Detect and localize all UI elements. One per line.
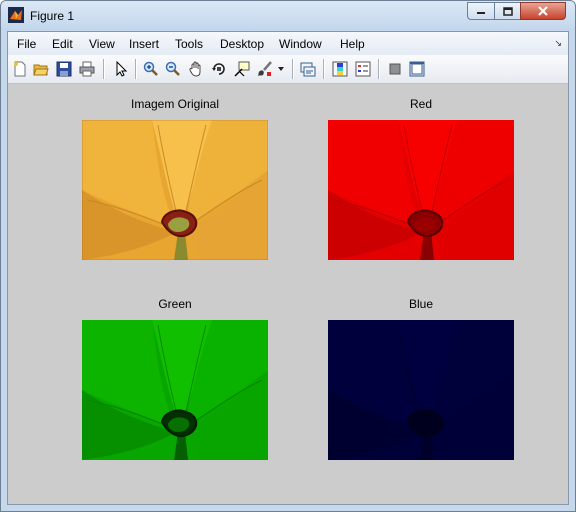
zoom-out-button[interactable] (164, 60, 182, 78)
new-figure-icon (14, 61, 26, 77)
hide-plot-tools-button[interactable] (386, 60, 404, 78)
flower-image-original[interactable] (82, 120, 268, 260)
menu-desktop[interactable]: Desktop (220, 37, 264, 51)
zoom-in-icon (143, 61, 158, 76)
matlab-logo-icon (8, 7, 24, 23)
axes-title: Green (158, 297, 192, 311)
insert-colorbar-button[interactable] (331, 60, 349, 78)
data-cursor-button[interactable] (233, 60, 251, 78)
menu-help[interactable]: Help (340, 37, 365, 51)
title-bar[interactable]: Figure 1 (1, 1, 575, 31)
menu-bar: File Edit View Insert Tools Desktop Wind… (8, 32, 568, 55)
brush-dropdown-button[interactable] (276, 60, 286, 78)
flower-image-red[interactable] (328, 120, 514, 260)
save-icon (56, 61, 72, 77)
maximize-icon (502, 6, 513, 16)
link-plot-button[interactable] (299, 60, 317, 78)
insert-legend-icon (355, 61, 371, 77)
print-icon (79, 61, 95, 77)
axes-title: Blue (408, 297, 434, 311)
flower-image-blue[interactable] (328, 320, 514, 460)
zoom-in-button[interactable] (142, 60, 160, 78)
close-icon (538, 6, 548, 16)
close-button[interactable] (520, 2, 566, 20)
toolbar-separator (292, 59, 294, 79)
menu-tools[interactable]: Tools (175, 37, 203, 51)
link-plot-icon (300, 62, 316, 77)
edit-plot-button[interactable] (112, 60, 130, 78)
insert-colorbar-icon (332, 61, 348, 77)
rotate-3d-button[interactable] (210, 60, 228, 78)
menu-window[interactable]: Window (279, 37, 322, 51)
window-title: Figure 1 (30, 9, 75, 23)
insert-legend-button[interactable] (354, 60, 372, 78)
data-cursor-icon (234, 61, 250, 77)
toolbar-separator (135, 59, 137, 79)
figure-toolbar (8, 55, 568, 84)
open-file-icon (33, 64, 49, 76)
save-button[interactable] (55, 60, 73, 78)
zoom-out-icon (165, 61, 180, 76)
toolbar-separator (323, 59, 325, 79)
menu-edit[interactable]: Edit (52, 37, 73, 51)
figure-client-area: File Edit View Insert Tools Desktop Wind… (7, 31, 569, 505)
menu-file[interactable]: File (17, 37, 36, 51)
edit-plot-arrow-icon (116, 61, 128, 77)
new-figure-button[interactable] (11, 60, 29, 78)
show-plot-tools-icon (409, 61, 425, 77)
brush-button[interactable] (256, 60, 274, 78)
open-file-button[interactable] (32, 60, 50, 78)
pan-button[interactable] (187, 60, 205, 78)
rotate-3d-icon (212, 63, 225, 75)
menu-view[interactable]: View (89, 37, 115, 51)
brush-icon (258, 61, 272, 76)
hide-plot-tools-icon (389, 63, 401, 75)
maximize-button[interactable] (494, 2, 521, 20)
dock-arrow-icon[interactable]: ↘ (554, 38, 562, 49)
minimize-button[interactable] (467, 2, 495, 20)
menu-insert[interactable]: Insert (129, 37, 159, 51)
minimize-icon (477, 12, 485, 14)
brush-dropdown-icon (278, 67, 284, 71)
figure-canvas: Imagem Original Red Green Blue (8, 84, 568, 504)
figure-window: Figure 1 File Edit View Insert Tools Des… (0, 0, 576, 512)
show-plot-tools-button[interactable] (408, 60, 426, 78)
flower-image-green[interactable] (82, 320, 268, 460)
axes-title: Red (409, 97, 432, 111)
toolbar-separator (378, 59, 380, 79)
print-button[interactable] (78, 60, 96, 78)
toolbar-separator (103, 59, 105, 79)
pan-hand-icon (189, 61, 201, 77)
axes-title: Imagem Original (130, 97, 220, 111)
